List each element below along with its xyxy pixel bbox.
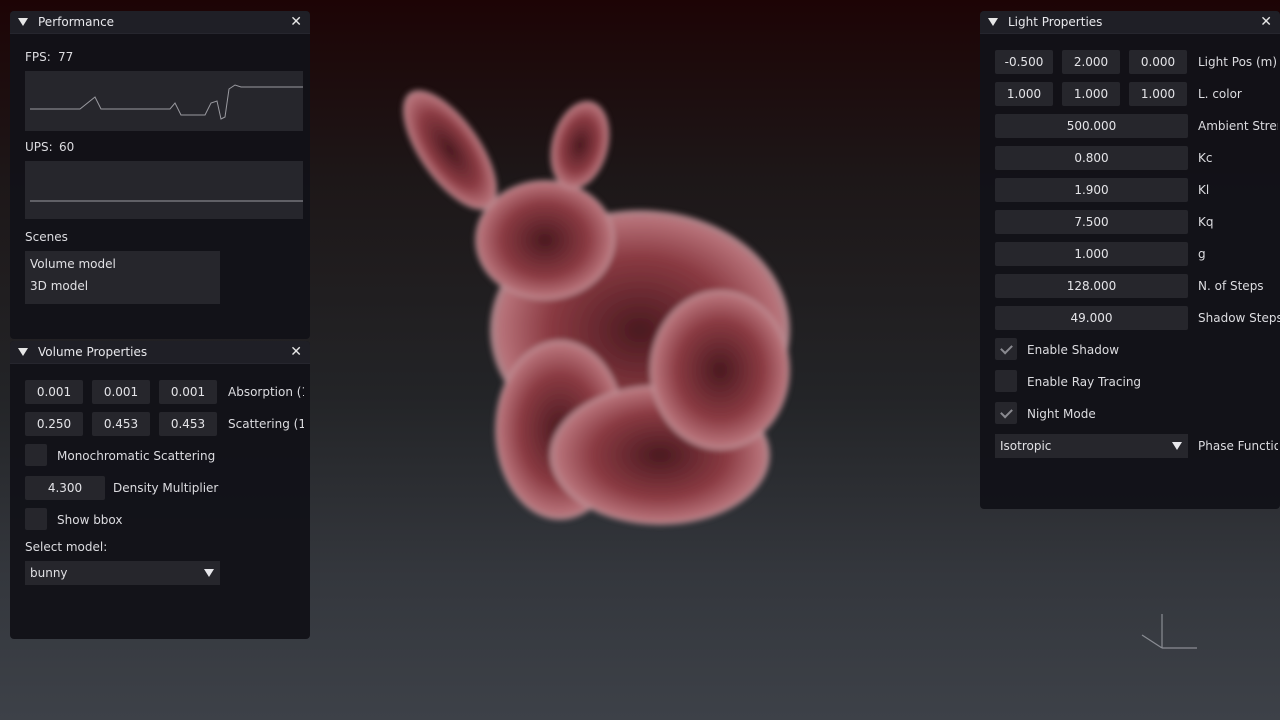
fps-plot: [25, 71, 303, 131]
panel-title: Performance: [38, 15, 115, 29]
ups-label: UPS:: [25, 140, 53, 154]
light-pos-label: Light Pos (m): [1198, 55, 1278, 69]
phase-function-label: Phase Functio: [1198, 439, 1278, 453]
ups-plot: [25, 161, 303, 219]
show-bbox-checkbox[interactable]: [25, 508, 47, 530]
close-icon[interactable]: ✕: [1260, 14, 1272, 30]
light-pos-z-input[interactable]: 0.000: [1129, 50, 1187, 74]
kc-label: Kc: [1198, 151, 1213, 165]
bunny-model: [402, 90, 790, 525]
phase-function-value: Isotropic: [1000, 439, 1052, 453]
density-input[interactable]: 4.300: [25, 476, 105, 500]
panel-title: Light Properties: [1008, 15, 1103, 29]
g-input[interactable]: 1.000: [995, 242, 1188, 266]
axis-gizmo: [1141, 614, 1197, 649]
absorption-g-input[interactable]: 0.001: [92, 380, 150, 404]
absorption-r-input[interactable]: 0.001: [25, 380, 83, 404]
steps-label: N. of Steps: [1198, 279, 1264, 293]
ambient-strength-input[interactable]: 500.000: [995, 114, 1188, 138]
panel-title: Volume Properties: [38, 345, 148, 359]
volume-titlebar[interactable]: Volume Properties ✕: [10, 341, 310, 364]
performance-titlebar[interactable]: Performance ✕: [10, 11, 310, 34]
light-color-r-input[interactable]: 1.000: [995, 82, 1053, 106]
chevron-down-icon[interactable]: [204, 569, 214, 577]
enable-ray-tracing-checkbox[interactable]: [995, 370, 1017, 392]
g-label: g: [1198, 247, 1206, 261]
volume-properties-panel: Volume Properties ✕ 0.001 0.001 0.001 Ab…: [10, 341, 310, 639]
collapse-triangle-icon[interactable]: [988, 18, 998, 26]
ambient-strength-label: Ambient Stren: [1198, 119, 1278, 133]
shadow-steps-label: Shadow Steps: [1198, 311, 1280, 325]
light-pos-y-input[interactable]: 2.000: [1062, 50, 1120, 74]
scenes-listbox[interactable]: Volume model 3D model: [25, 251, 220, 304]
scenes-label: Scenes: [25, 230, 68, 244]
close-icon[interactable]: ✕: [290, 344, 302, 360]
scattering-b-input[interactable]: 0.453: [159, 412, 217, 436]
light-color-b-input[interactable]: 1.000: [1129, 82, 1187, 106]
kl-label: Kl: [1198, 183, 1210, 197]
scattering-label: Scattering (1/r: [228, 417, 304, 431]
light-pos-x-input[interactable]: -0.500: [995, 50, 1053, 74]
scattering-r-input[interactable]: 0.250: [25, 412, 83, 436]
fps-label: FPS:: [25, 50, 51, 64]
phase-function-select[interactable]: Isotropic: [995, 434, 1188, 458]
chevron-down-icon[interactable]: [1172, 442, 1182, 450]
kc-input[interactable]: 0.800: [995, 146, 1188, 170]
model-select-value: bunny: [30, 566, 68, 580]
fps-value: 77: [58, 50, 74, 64]
steps-input[interactable]: 128.000: [995, 274, 1188, 298]
checkmark-icon: [999, 341, 1013, 354]
scene-item-3d-model[interactable]: 3D model: [30, 279, 88, 293]
scattering-g-input[interactable]: 0.453: [92, 412, 150, 436]
shadow-steps-input[interactable]: 49.000: [995, 306, 1188, 330]
light-color-g-input[interactable]: 1.000: [1062, 82, 1120, 106]
light-color-label: L. color: [1198, 87, 1242, 101]
night-mode-checkbox[interactable]: [995, 402, 1017, 424]
close-icon[interactable]: ✕: [290, 14, 302, 30]
light-titlebar[interactable]: Light Properties ✕: [980, 11, 1280, 34]
kl-input[interactable]: 1.900: [995, 178, 1188, 202]
enable-ray-tracing-label: Enable Ray Tracing: [1027, 375, 1142, 389]
collapse-triangle-icon[interactable]: [18, 18, 28, 26]
monochromatic-label: Monochromatic Scattering: [57, 449, 216, 463]
absorption-b-input[interactable]: 0.001: [159, 380, 217, 404]
performance-panel: Performance ✕ FPS: 77 UPS: 60 Scenes Vol…: [10, 11, 310, 339]
density-label: Density Multiplier: [113, 481, 219, 495]
light-properties-panel: Light Properties ✕ -0.500 2.000 0.000 Li…: [980, 11, 1280, 509]
night-mode-label: Night Mode: [1027, 407, 1096, 421]
monochromatic-checkbox[interactable]: [25, 444, 47, 466]
checkmark-icon: [999, 405, 1013, 418]
scene-item-volume-model[interactable]: Volume model: [30, 257, 116, 271]
model-select[interactable]: bunny: [25, 561, 220, 585]
collapse-triangle-icon[interactable]: [18, 348, 28, 356]
enable-shadow-checkbox[interactable]: [995, 338, 1017, 360]
enable-shadow-label: Enable Shadow: [1027, 343, 1120, 357]
select-model-label: Select model:: [25, 540, 108, 554]
kq-input[interactable]: 7.500: [995, 210, 1188, 234]
absorption-label: Absorption (1/: [228, 385, 304, 399]
ups-value: 60: [59, 140, 75, 154]
kq-label: Kq: [1198, 215, 1214, 229]
show-bbox-label: Show bbox: [57, 513, 123, 527]
